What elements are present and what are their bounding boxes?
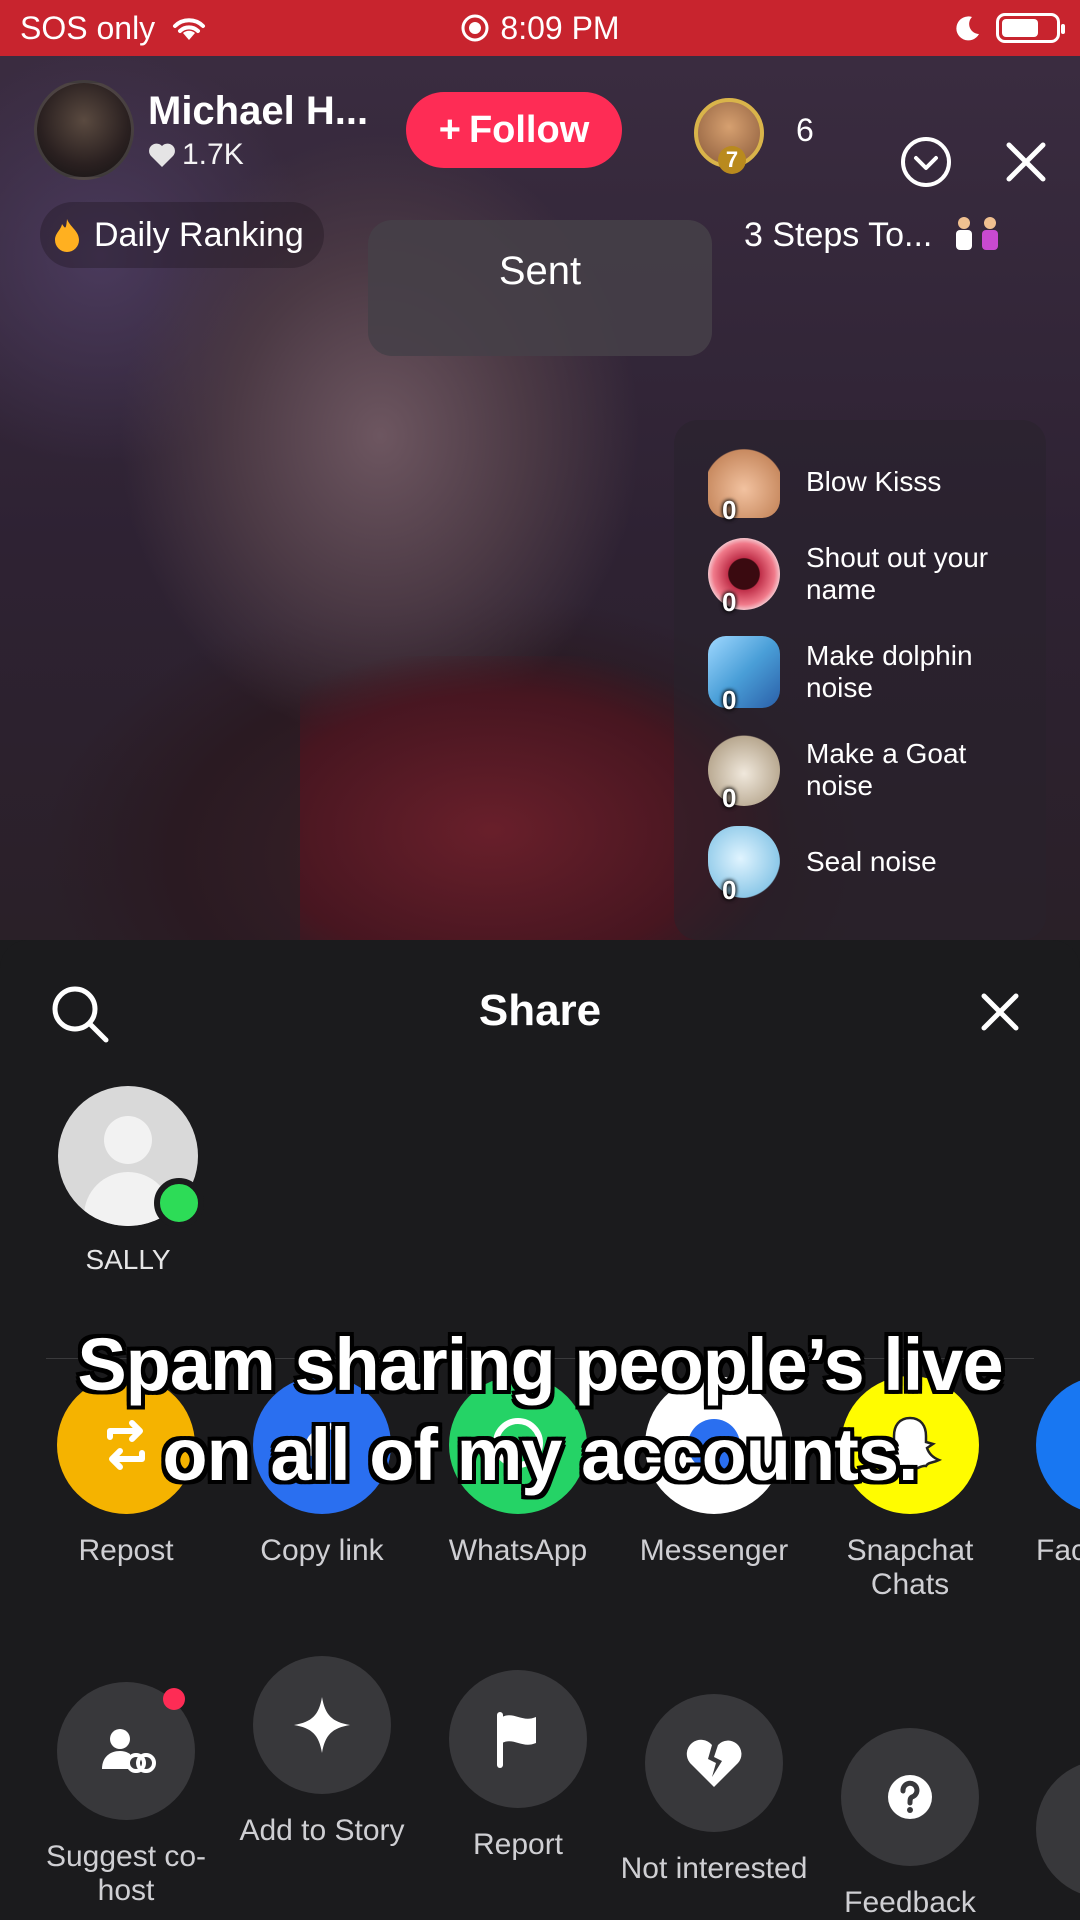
status-bar: SOS only 8:09 PM bbox=[0, 0, 1080, 56]
plus-icon: + bbox=[438, 108, 461, 151]
seal-icon: 0 bbox=[708, 826, 780, 905]
battery-icon bbox=[996, 13, 1065, 43]
host-avatar[interactable] bbox=[34, 80, 134, 180]
close-share-button[interactable] bbox=[972, 984, 1028, 1040]
viewer-rank-badge: 7 bbox=[718, 146, 746, 174]
screen-record-icon bbox=[461, 14, 489, 42]
minimize-button[interactable] bbox=[898, 134, 954, 190]
share-title: Share bbox=[478, 986, 602, 1035]
gift-item[interactable]: 0 Shout out your name bbox=[708, 538, 1016, 617]
facebook-circle bbox=[1036, 1376, 1080, 1514]
top-viewer-avatar[interactable]: 7 bbox=[694, 98, 764, 174]
facebook-icon bbox=[1075, 1415, 1080, 1475]
people-icon bbox=[956, 217, 999, 250]
broken-heart-icon bbox=[686, 1739, 742, 1787]
cohost-circle bbox=[57, 1682, 195, 1820]
action-label: Report bbox=[472, 1828, 564, 1861]
host-info[interactable]: Michael H... 1.7K bbox=[148, 89, 388, 172]
action-label: Suggest co-host bbox=[45, 1840, 207, 1907]
shout-mouth-icon: 0 bbox=[708, 538, 780, 617]
gift-count: 0 bbox=[722, 587, 737, 617]
viewer-count[interactable]: 6 bbox=[796, 112, 814, 149]
goat-icon: 0 bbox=[708, 734, 780, 813]
add-to-story-button[interactable]: Add to Story bbox=[224, 1656, 420, 1848]
likes-count: 1.7K bbox=[182, 137, 244, 171]
gift-count: 0 bbox=[722, 875, 737, 905]
close-icon bbox=[1006, 142, 1046, 182]
steps-label: 3 Steps To... bbox=[744, 215, 933, 254]
app-label: Repost bbox=[78, 1534, 174, 1567]
gift-label: Shout out your name bbox=[806, 542, 989, 605]
avatar-placeholder-head bbox=[104, 1116, 152, 1164]
status-right bbox=[952, 13, 1065, 43]
not-interested-button[interactable]: Not interested bbox=[616, 1694, 812, 1886]
live-video[interactable]: Michael H... 1.7K + Follow 7 6 Daily Ran… bbox=[0, 56, 1080, 940]
carrier-text: SOS only bbox=[20, 9, 156, 46]
question-icon bbox=[888, 1775, 932, 1819]
flag-icon bbox=[497, 1712, 536, 1768]
wifi-icon bbox=[173, 18, 206, 40]
more-action-button[interactable] bbox=[1036, 1760, 1080, 1898]
flame-icon bbox=[55, 219, 79, 252]
follow-button[interactable]: + Follow bbox=[406, 92, 622, 168]
moon-icon bbox=[956, 16, 979, 41]
cohost-icon bbox=[102, 1729, 156, 1773]
gift-item[interactable]: 0 Seal noise bbox=[708, 826, 1016, 905]
feedback-circle bbox=[841, 1728, 979, 1866]
chevron-down-icon bbox=[901, 137, 951, 187]
feedback-button[interactable]: Feedback bbox=[812, 1728, 1008, 1920]
online-indicator bbox=[154, 1178, 204, 1228]
close-live-button[interactable] bbox=[998, 134, 1054, 190]
steps-banner[interactable]: 3 Steps To... bbox=[744, 202, 1008, 268]
toast-text: Sent bbox=[498, 248, 582, 293]
app-label: WhatsApp bbox=[448, 1534, 588, 1567]
story-circle bbox=[253, 1656, 391, 1794]
gift-label: Blow Kisss bbox=[806, 466, 942, 497]
gift-count: 0 bbox=[722, 783, 737, 813]
gift-label: Seal noise bbox=[806, 846, 937, 877]
app-label: Messenger bbox=[639, 1534, 789, 1567]
app-label: Copy link bbox=[260, 1534, 384, 1567]
follow-label: Follow bbox=[468, 108, 590, 151]
not-interested-circle bbox=[645, 1694, 783, 1832]
blow-kiss-icon: 0 bbox=[708, 446, 780, 525]
gift-count: 0 bbox=[722, 685, 737, 715]
action-label: Add to Story bbox=[239, 1814, 405, 1847]
action-label: Not interested bbox=[620, 1852, 808, 1885]
daily-ranking-pill[interactable]: Daily Ranking bbox=[40, 202, 324, 268]
report-button[interactable]: Report bbox=[420, 1670, 616, 1862]
close-icon bbox=[981, 993, 1019, 1031]
gift-item[interactable]: 0 Make dolphin noise bbox=[708, 636, 1016, 715]
gift-label: Make a Goat noise bbox=[806, 738, 967, 801]
daily-ranking-label: Daily Ranking bbox=[94, 215, 304, 254]
gift-panel: 0 Blow Kisss 0 Shout out your name 0 Mak… bbox=[674, 420, 1046, 940]
video-caption: Spam sharing people’s live on all of my … bbox=[77, 1323, 1003, 1496]
more-action-circle bbox=[1036, 1760, 1080, 1898]
action-label: Feedback bbox=[844, 1886, 976, 1919]
dolphin-icon: 0 bbox=[708, 636, 780, 715]
host-bar[interactable]: Michael H... 1.7K bbox=[34, 80, 388, 180]
host-likes: 1.7K bbox=[148, 138, 388, 172]
sparkle-icon bbox=[294, 1697, 350, 1753]
app-label: Facebook bbox=[1036, 1534, 1080, 1567]
gift-item[interactable]: 0 Make a Goat noise bbox=[708, 734, 1016, 813]
notification-dot bbox=[163, 1688, 185, 1710]
suggest-cohost-button[interactable]: Suggest co-host bbox=[28, 1682, 224, 1908]
heart-icon bbox=[149, 143, 175, 167]
app-label: Snapchat Chats bbox=[846, 1534, 974, 1601]
clock-text: 8:09 PM bbox=[500, 9, 620, 46]
sent-toast: Sent bbox=[368, 220, 712, 356]
gift-label: Make dolphin noise bbox=[806, 640, 973, 703]
host-name: Michael H... bbox=[148, 88, 369, 133]
gift-count: 0 bbox=[722, 495, 737, 525]
report-circle bbox=[449, 1670, 587, 1808]
status-left: SOS only bbox=[20, 10, 209, 47]
contact-name: SALLY bbox=[85, 1244, 171, 1275]
gift-item[interactable]: 0 Blow Kisss bbox=[708, 446, 1016, 525]
